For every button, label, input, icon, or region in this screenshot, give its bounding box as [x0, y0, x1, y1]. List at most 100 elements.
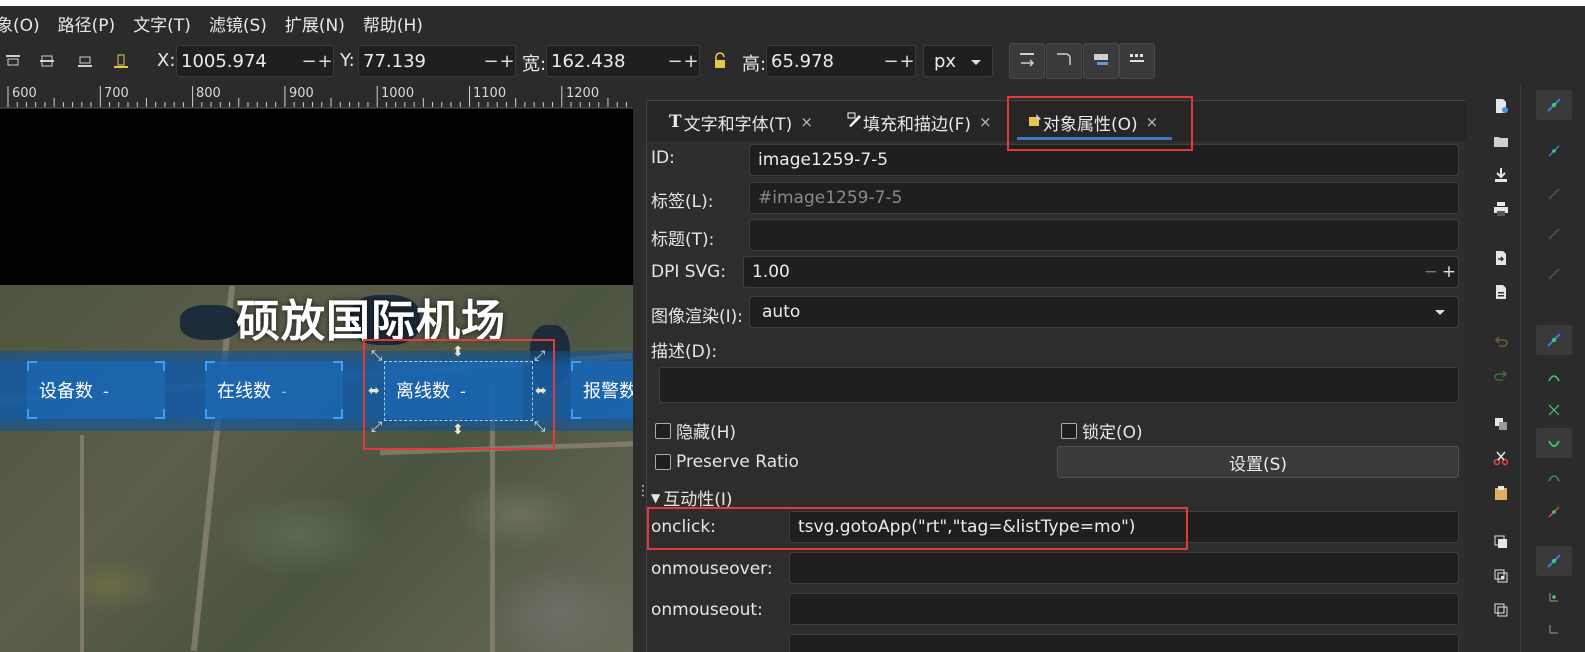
height-decrement[interactable]: −: [883, 51, 899, 72]
x-decrement[interactable]: −: [301, 51, 317, 72]
height-increment[interactable]: +: [899, 51, 915, 72]
set-button[interactable]: 设置(S): [1057, 446, 1459, 478]
export-icon[interactable]: [1493, 284, 1509, 300]
align-middle-icon[interactable]: [38, 52, 56, 70]
close-icon[interactable]: ×: [800, 113, 813, 131]
menu-filters[interactable]: 滤镜(S): [209, 11, 267, 36]
snap-object-center-icon[interactable]: [1536, 546, 1572, 576]
width-label: 宽:: [522, 54, 547, 75]
menu-path[interactable]: 路径(P): [58, 11, 116, 36]
snap-nodes-icon[interactable]: [1536, 325, 1572, 355]
paste-icon[interactable]: [1493, 485, 1509, 501]
clone-icon[interactable]: [1493, 568, 1509, 584]
chevron-down-icon: [970, 51, 982, 72]
transform-patterns-button[interactable]: [1119, 43, 1155, 79]
stat-value: -: [281, 382, 287, 401]
y-increment[interactable]: +: [499, 51, 515, 72]
stat-card-devices[interactable]: 设备数 -: [27, 361, 165, 419]
map-pond: [180, 305, 240, 340]
description-field[interactable]: [659, 367, 1459, 403]
snap-toggle-icon[interactable]: [1536, 90, 1572, 120]
snap-bbox-icon[interactable]: [1536, 136, 1572, 166]
print-icon[interactable]: [1493, 201, 1509, 217]
scale-corners-button[interactable]: [1046, 43, 1082, 79]
height-spinbox[interactable]: 65.978 − +: [766, 45, 916, 77]
preserve-ratio-box[interactable]: [655, 454, 671, 470]
new-document-icon[interactable]: [1493, 98, 1509, 114]
lock-ratio-icon[interactable]: [712, 52, 728, 70]
menu-object[interactable]: 象(O): [0, 11, 40, 36]
dpi-increment[interactable]: +: [1440, 262, 1458, 282]
tag-field[interactable]: #image1259-7-5: [749, 182, 1459, 214]
tab-label: 文字和字体(T): [683, 114, 793, 135]
unit-value: px: [934, 50, 957, 72]
snap-center-icon[interactable]: [1536, 259, 1572, 289]
title-field[interactable]: [749, 219, 1459, 251]
text-tool-icon: T: [669, 112, 682, 132]
import-icon[interactable]: [1493, 250, 1509, 266]
highlight-object-properties-tab: [1007, 96, 1193, 151]
cut-icon[interactable]: [1493, 450, 1509, 466]
tab-text-font[interactable]: T 文字和字体(T) ×: [669, 107, 813, 137]
y-spinbox[interactable]: 77.139 − +: [358, 45, 516, 77]
snap-path-icon[interactable]: [1536, 362, 1572, 392]
dpi-value[interactable]: 1.00: [752, 262, 1422, 282]
scale-stroke-button[interactable]: [1009, 43, 1045, 79]
render-value: auto: [762, 302, 801, 322]
bar-separator: [1520, 84, 1521, 652]
snap-smooth-icon[interactable]: [1536, 464, 1572, 494]
dpi-decrement[interactable]: −: [1422, 262, 1440, 282]
ruler-label: 1100: [473, 86, 507, 101]
y-decrement[interactable]: −: [483, 51, 499, 72]
hide-checkbox-box[interactable]: [655, 422, 671, 439]
onmouseover-field[interactable]: [789, 552, 1459, 584]
hide-checkbox[interactable]: 隐藏(H): [655, 418, 736, 443]
stat-card-online[interactable]: 在线数 -: [205, 361, 343, 419]
snap-path-intersection-icon[interactable]: [1536, 395, 1572, 425]
lock-checkbox[interactable]: 锁定(O): [1061, 418, 1143, 443]
drawing-canvas[interactable]: 硕放国际机场 设备数 - 在线数 - 离线数 - 报警数 ⤡ ⬍ ⤢ ⬌ ⬌ ⤢ ⬍ …: [0, 109, 633, 652]
height-value[interactable]: 65.978: [767, 51, 883, 72]
duplicate-icon[interactable]: [1493, 534, 1509, 550]
unit-select[interactable]: px: [923, 45, 993, 77]
preserve-ratio-checkbox[interactable]: Preserve Ratio: [655, 452, 799, 472]
close-icon[interactable]: ×: [979, 113, 992, 131]
stat-card-alarms[interactable]: 报警数: [571, 361, 633, 419]
width-increment[interactable]: +: [683, 51, 699, 72]
snap-page-border-icon[interactable]: [1536, 614, 1572, 644]
align-baseline-icon[interactable]: [76, 52, 94, 70]
snap-rotation-center-icon[interactable]: [1536, 582, 1572, 612]
save-icon[interactable]: [1493, 167, 1509, 183]
ruler-label: 700: [104, 86, 129, 101]
render-select[interactable]: auto: [749, 296, 1459, 328]
undo-icon[interactable]: [1493, 334, 1509, 350]
onmouseout-field[interactable]: [789, 593, 1459, 625]
copy-icon[interactable]: [1493, 416, 1509, 432]
x-spinbox[interactable]: 1005.974 − +: [176, 45, 334, 77]
tab-fill-stroke[interactable]: 填充和描边(F) ×: [847, 107, 992, 137]
width-decrement[interactable]: −: [667, 51, 683, 72]
snap-edge-icon[interactable]: [1536, 179, 1572, 209]
snap-cusp-icon[interactable]: [1536, 428, 1572, 458]
next-event-field[interactable]: [789, 634, 1459, 652]
unlink-clone-icon[interactable]: [1493, 602, 1509, 618]
align-bottom-icon[interactable]: [112, 52, 130, 70]
width-value[interactable]: 162.438: [547, 51, 667, 72]
menu-extensions[interactable]: 扩展(N): [285, 11, 345, 36]
menu-text[interactable]: 文字(T): [133, 11, 191, 36]
y-value[interactable]: 77.139: [359, 51, 483, 72]
menu-help[interactable]: 帮助(H): [363, 11, 423, 36]
lock-checkbox-box[interactable]: [1061, 422, 1077, 439]
x-increment[interactable]: +: [317, 51, 333, 72]
snap-controls-bar: [1528, 84, 1585, 652]
redo-icon[interactable]: [1493, 368, 1509, 384]
open-folder-icon[interactable]: [1493, 133, 1509, 149]
triangle-down-icon: ▼: [651, 490, 661, 505]
transform-gradients-button[interactable]: [1083, 43, 1119, 79]
x-value[interactable]: 1005.974: [177, 51, 301, 72]
width-spinbox[interactable]: 162.438 − +: [546, 45, 700, 77]
snap-corner-icon[interactable]: [1536, 219, 1572, 249]
snap-midpoint-icon[interactable]: [1536, 497, 1572, 527]
dpi-spinbox[interactable]: 1.00 − +: [743, 256, 1459, 288]
align-top-icon[interactable]: [4, 52, 22, 70]
